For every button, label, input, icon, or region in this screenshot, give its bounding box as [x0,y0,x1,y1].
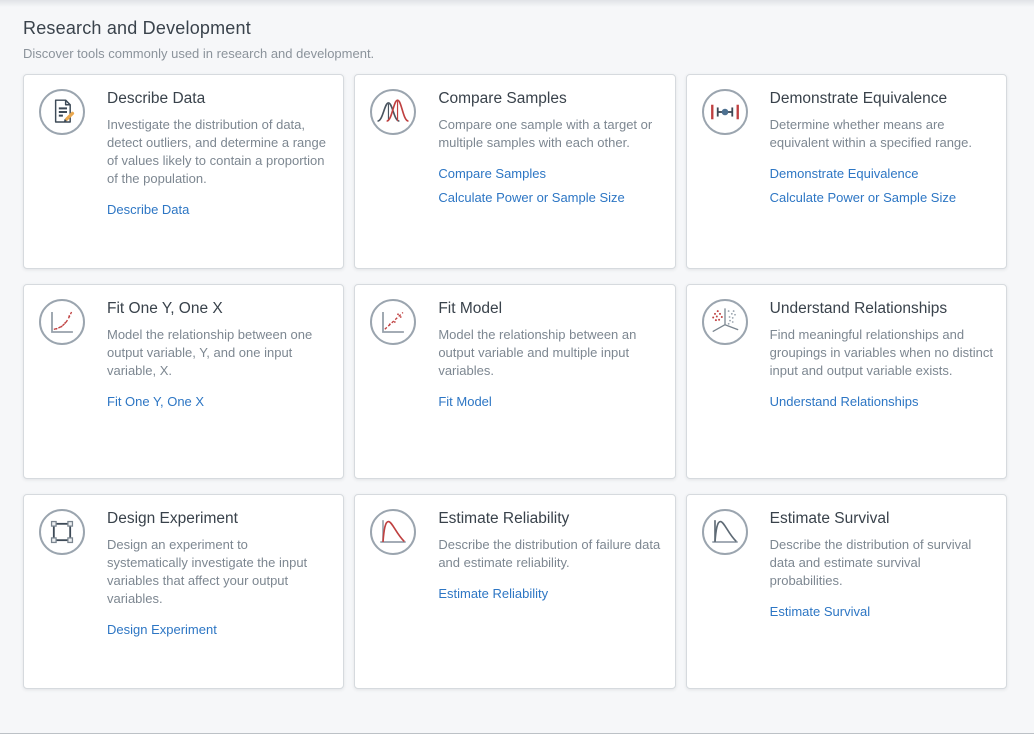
research-and-development-page: Research and Development Discover tools … [0,0,1034,689]
tool-card-body: Demonstrate Equivalence Determine whethe… [770,89,993,207]
tool-title: Describe Data [107,89,330,108]
tool-card-body: Fit One Y, One X Model the relationship … [107,299,330,411]
demonstrate-equivalence-icon [705,92,745,132]
tool-link[interactable]: Calculate Power or Sample Size [438,189,624,207]
tool-title: Estimate Reliability [438,509,661,528]
card-demonstrate-equivalence: Demonstrate Equivalence Determine whethe… [686,74,1007,269]
tool-card-body: Estimate Survival Describe the distribut… [770,509,993,621]
tool-links: Compare Samples Calculate Power or Sample… [438,165,661,207]
fit-model-icon [373,302,413,342]
tool-title: Compare Samples [438,89,661,108]
describe-data-icon [42,92,82,132]
tool-card-body: Compare Samples Compare one sample with … [438,89,661,207]
tool-links: Describe Data [107,201,330,219]
tool-card-body: Fit Model Model the relationship between… [438,299,661,411]
tool-grid: Describe Data Investigate the distributi… [23,74,1007,689]
tool-card-body: Design Experiment Design an experiment t… [107,509,330,639]
tool-description: Model the relationship between one outpu… [107,326,330,380]
card-estimate-survival: Estimate Survival Describe the distribut… [686,494,1007,689]
tool-icon-circle [39,89,85,135]
tool-description: Compare one sample with a target or mult… [438,116,661,152]
tool-description: Find meaningful relationships and groupi… [770,326,993,380]
tool-link[interactable]: Demonstrate Equivalence [770,165,919,183]
card-design-experiment: Design Experiment Design an experiment t… [23,494,344,689]
tool-description: Investigate the distribution of data, de… [107,116,330,188]
tool-link[interactable]: Calculate Power or Sample Size [770,189,956,207]
card-fit-one-y-one-x: Fit One Y, One X Model the relationship … [23,284,344,479]
tool-links: Fit Model [438,393,661,411]
card-describe-data: Describe Data Investigate the distributi… [23,74,344,269]
tool-icon-circle [370,89,416,135]
card-understand-relationships: Understand Relationships Find meaningful… [686,284,1007,479]
tool-description: Describe the distribution of survival da… [770,536,993,590]
tool-link[interactable]: Design Experiment [107,621,217,639]
tool-description: Model the relationship between an output… [438,326,661,380]
tool-links: Fit One Y, One X [107,393,330,411]
tool-link[interactable]: Describe Data [107,201,189,219]
tool-link[interactable]: Fit Model [438,393,491,411]
tool-link[interactable]: Fit One Y, One X [107,393,204,411]
tool-icon-circle [39,299,85,345]
page-header: Research and Development Discover tools … [23,0,1007,61]
tool-links: Estimate Reliability [438,585,661,603]
tool-title: Estimate Survival [770,509,993,528]
page-subtitle: Discover tools commonly used in research… [23,46,1007,61]
fit-one-y-one-x-icon [42,302,82,342]
estimate-reliability-icon [373,512,413,552]
tool-title: Fit One Y, One X [107,299,330,318]
tool-icon-circle [39,509,85,555]
tool-links: Demonstrate Equivalence Calculate Power o… [770,165,993,207]
tool-link[interactable]: Understand Relationships [770,393,919,411]
tool-icon-circle [702,89,748,135]
tool-title: Fit Model [438,299,661,318]
understand-relationships-icon [705,302,745,342]
tool-description: Design an experiment to systematically i… [107,536,330,608]
tool-links: Design Experiment [107,621,330,639]
tool-title: Demonstrate Equivalence [770,89,993,108]
page-title: Research and Development [23,18,1007,39]
tool-description: Describe the distribution of failure dat… [438,536,661,572]
tool-card-body: Understand Relationships Find meaningful… [770,299,993,411]
tool-icon-circle [370,299,416,345]
card-compare-samples: Compare Samples Compare one sample with … [354,74,675,269]
tool-title: Design Experiment [107,509,330,528]
tool-card-body: Estimate Reliability Describe the distri… [438,509,661,603]
tool-links: Understand Relationships [770,393,993,411]
tool-link[interactable]: Compare Samples [438,165,546,183]
tool-icon-circle [370,509,416,555]
tool-icon-circle [702,299,748,345]
tool-card-body: Describe Data Investigate the distributi… [107,89,330,219]
tool-description: Determine whether means are equivalent w… [770,116,993,152]
design-experiment-icon [42,512,82,552]
tool-title: Understand Relationships [770,299,993,318]
tool-icon-circle [702,509,748,555]
card-fit-model: Fit Model Model the relationship between… [354,284,675,479]
card-estimate-reliability: Estimate Reliability Describe the distri… [354,494,675,689]
tool-links: Estimate Survival [770,603,993,621]
compare-samples-icon [373,92,413,132]
tool-link[interactable]: Estimate Reliability [438,585,548,603]
estimate-survival-icon [705,512,745,552]
tool-link[interactable]: Estimate Survival [770,603,870,621]
